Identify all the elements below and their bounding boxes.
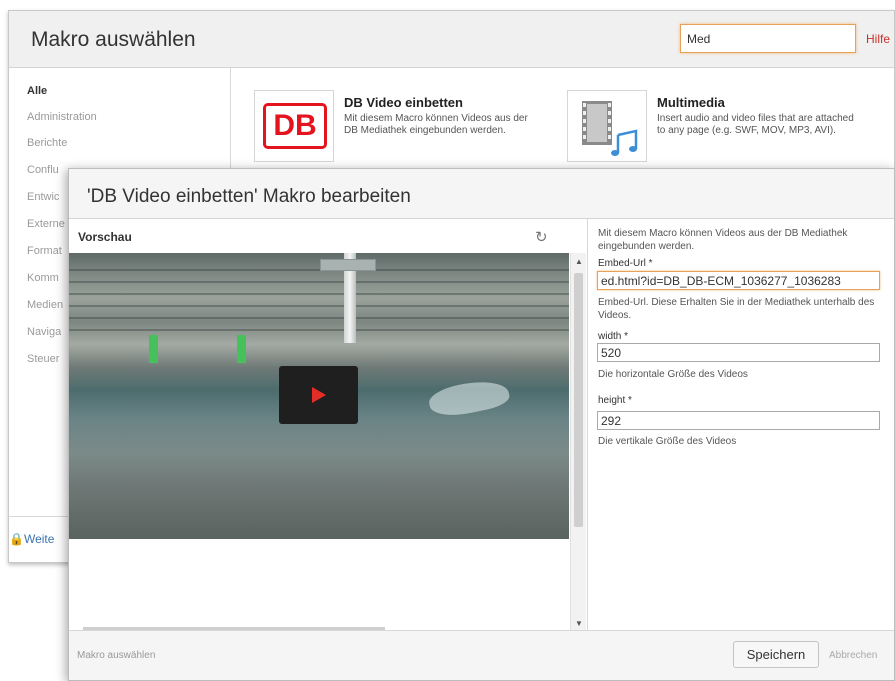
editor-header: 'DB Video einbetten' Makro bearbeiten <box>69 169 894 219</box>
parameter-form: Mit diesem Macro können Videos aus der D… <box>587 219 895 632</box>
video-green-post <box>149 335 158 363</box>
video-green-post <box>237 335 246 363</box>
category-berichte[interactable]: Berichte <box>27 137 67 149</box>
macro-intro-text: Mit diesem Macro können Videos aus der D… <box>598 228 848 252</box>
width-input[interactable] <box>597 343 880 362</box>
video-stripe <box>69 293 569 295</box>
embed-url-input[interactable] <box>597 271 880 290</box>
macro-name: Multimedia <box>657 95 725 110</box>
width-help: Die horizontale Größe des Videos <box>598 369 748 380</box>
preview-pane: Vorschau ↻ ▲ ▼ <box>69 219 587 632</box>
macro-search-input[interactable] <box>680 24 856 53</box>
video-stripe <box>69 269 569 271</box>
category-confluence[interactable]: Conflu <box>27 164 59 176</box>
editor-footer: Makro auswählen Speichern Abbrechen <box>69 630 894 680</box>
embed-url-label: Embed-Url * <box>598 258 653 269</box>
category-steuerung[interactable]: Steuer <box>27 353 59 365</box>
db-video-macro-icon: DB <box>254 90 334 162</box>
category-medien[interactable]: Medien <box>27 299 63 311</box>
video-stripe <box>69 281 569 283</box>
preview-label: Vorschau <box>78 230 132 244</box>
browser-title: Makro auswählen <box>31 28 196 51</box>
video-preview[interactable] <box>69 253 569 539</box>
play-button[interactable] <box>279 366 358 424</box>
height-input[interactable] <box>597 411 880 430</box>
height-help: Die vertikale Größe des Videos <box>598 436 737 447</box>
video-splash <box>426 375 512 421</box>
macro-editor-dialog: 'DB Video einbetten' Makro bearbeiten Vo… <box>68 168 895 681</box>
film-music-icon <box>582 101 638 156</box>
category-externe[interactable]: Externe <box>27 218 65 230</box>
macro-description: Mit diesem Macro können Videos aus der D… <box>344 113 528 136</box>
category-alle[interactable]: Alle <box>27 85 47 97</box>
scrollbar-thumb[interactable] <box>574 273 583 527</box>
save-button[interactable]: Speichern <box>733 641 819 668</box>
db-logo-icon: DB <box>263 103 327 149</box>
category-kommunikation[interactable]: Komm <box>27 272 59 284</box>
macro-name: DB Video einbetten <box>344 95 463 110</box>
macro-description: Insert audio and video files that are at… <box>657 113 854 136</box>
scroll-up-icon[interactable]: ▲ <box>575 257 583 266</box>
editor-title: 'DB Video einbetten' Makro bearbeiten <box>87 186 411 207</box>
lock-icon: 🔒 <box>9 532 24 546</box>
refresh-icon[interactable]: ↻ <box>535 228 548 246</box>
category-navigation[interactable]: Naviga <box>27 326 61 338</box>
video-stripe <box>69 317 569 319</box>
video-stripe <box>69 305 569 307</box>
browser-header: Makro auswählen Hilfe <box>9 11 894 68</box>
category-administration[interactable]: Administration <box>27 111 97 123</box>
more-macros-label: Weite <box>23 532 55 546</box>
video-pole-top <box>320 259 376 271</box>
video-stripe <box>69 329 569 331</box>
more-macros-link[interactable]: 🔒Weite <box>9 532 54 546</box>
embed-url-help: Embed-Url. Diese Erhalten Sie in der Med… <box>598 297 875 321</box>
cancel-link[interactable]: Abbrechen <box>829 650 877 661</box>
preview-scrollbar[interactable]: ▲ ▼ <box>570 253 586 632</box>
height-label: height * <box>598 395 632 406</box>
help-link[interactable]: Hilfe <box>866 32 890 46</box>
category-entwicklung[interactable]: Entwic <box>27 191 59 203</box>
back-to-macro-browser-link[interactable]: Makro auswählen <box>77 650 155 661</box>
play-icon <box>312 387 326 403</box>
scroll-down-icon[interactable]: ▼ <box>575 619 583 628</box>
category-formatierung[interactable]: Format <box>27 245 62 257</box>
width-label: width * <box>598 331 629 342</box>
multimedia-macro-icon <box>567 90 647 162</box>
